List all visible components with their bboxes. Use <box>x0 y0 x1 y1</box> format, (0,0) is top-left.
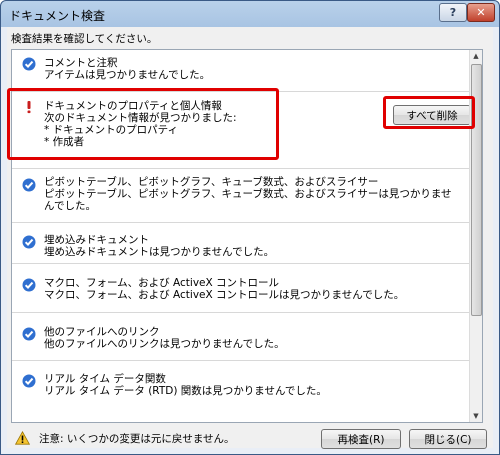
result-detail: んでした。 <box>44 200 96 212</box>
help-button[interactable]: ? <box>439 3 467 22</box>
result-detail: 他のファイルへのリンクは見つかりませんでした。 <box>44 338 285 350</box>
reinspect-button[interactable]: 再検査(R) <box>321 429 401 449</box>
dialog-body: 検査結果を確認してください。 コメントと注釈 アイテムは見つかりませんでした。 … <box>7 27 493 449</box>
result-row-embedded: 埋め込みドキュメント 埋め込みドキュメントは見つかりませんでした。 <box>12 223 470 264</box>
check-icon <box>22 278 36 292</box>
result-row-properties: ドキュメントのプロパティと個人情報 次のドキュメント情報が見つかりました: * … <box>12 92 471 169</box>
result-row-links: 他のファイルへのリンク 他のファイルへのリンクは見つかりませんでした。 <box>12 313 470 361</box>
result-detail: マクロ、フォーム、および ActiveX コントロールは見つかりませんでした。 <box>44 289 405 301</box>
result-title: 他のファイルへのリンク <box>44 326 160 338</box>
close-window-button[interactable]: ✕ <box>467 3 495 22</box>
check-icon <box>22 235 36 249</box>
results-list[interactable]: コメントと注釈 アイテムは見つかりませんでした。 ドキュメントのプロパティと個人… <box>11 49 483 423</box>
vertical-scrollbar[interactable]: ▲ ▼ <box>469 50 482 422</box>
result-detail: リアル タイム データ (RTD) 関数は見つかりませんでした。 <box>44 385 327 397</box>
result-detail: ピボットテーブル、ピボットグラフ、キューブ数式、およびスライサーは見つかりませ <box>44 188 452 200</box>
check-icon <box>22 327 36 341</box>
result-detail: * ドキュメントのプロパティ <box>44 124 178 136</box>
result-title: マクロ、フォーム、および ActiveX コントロール <box>44 277 280 289</box>
result-title: 埋め込みドキュメント <box>44 234 149 246</box>
remove-all-button[interactable]: すべて削除 <box>393 105 471 125</box>
exclamation-icon <box>27 101 31 114</box>
result-row-comments: コメントと注釈 アイテムは見つかりませんでした。 <box>12 50 470 92</box>
scroll-up-icon[interactable]: ▲ <box>470 50 482 62</box>
result-row-macros: マクロ、フォーム、および ActiveX コントロール マクロ、フォーム、および… <box>12 264 470 313</box>
result-title: ドキュメントのプロパティと個人情報 <box>44 100 222 112</box>
result-title: ピボットテーブル、ピボットグラフ、キューブ数式、およびスライサー <box>44 176 379 188</box>
scroll-down-icon[interactable]: ▼ <box>470 410 482 422</box>
result-detail: * 作成者 <box>44 136 85 148</box>
check-icon <box>22 57 36 71</box>
warning-text: 注意: いくつかの変更は元に戻せません。 <box>39 433 235 445</box>
result-row-rtd: リアル タイム データ関数 リアル タイム データ (RTD) 関数は見つかりま… <box>12 361 470 422</box>
check-icon <box>22 374 36 388</box>
close-button[interactable]: 閉じる(C) <box>409 429 487 449</box>
result-title: コメントと注釈 <box>44 57 118 69</box>
scroll-thumb[interactable] <box>471 64 482 316</box>
title-bar: ドキュメント検査 ? ✕ <box>1 1 499 27</box>
result-detail: 埋め込みドキュメントは見つかりませんでした。 <box>44 246 275 258</box>
document-inspector-window: ドキュメント検査 ? ✕ 検査結果を確認してください。 コメントと注釈 アイテム… <box>0 0 500 455</box>
window-title: ドキュメント検査 <box>9 9 106 23</box>
result-detail: 次のドキュメント情報が見つかりました: <box>44 112 237 124</box>
instruction-text: 検査結果を確認してください。 <box>11 33 158 45</box>
result-title: リアル タイム データ関数 <box>44 373 166 385</box>
warning-icon <box>15 431 30 445</box>
check-icon <box>22 178 36 192</box>
result-detail: アイテムは見つかりませんでした。 <box>44 69 211 81</box>
result-row-pivot: ピボットテーブル、ピボットグラフ、キューブ数式、およびスライサー ピボットテーブ… <box>12 169 470 223</box>
